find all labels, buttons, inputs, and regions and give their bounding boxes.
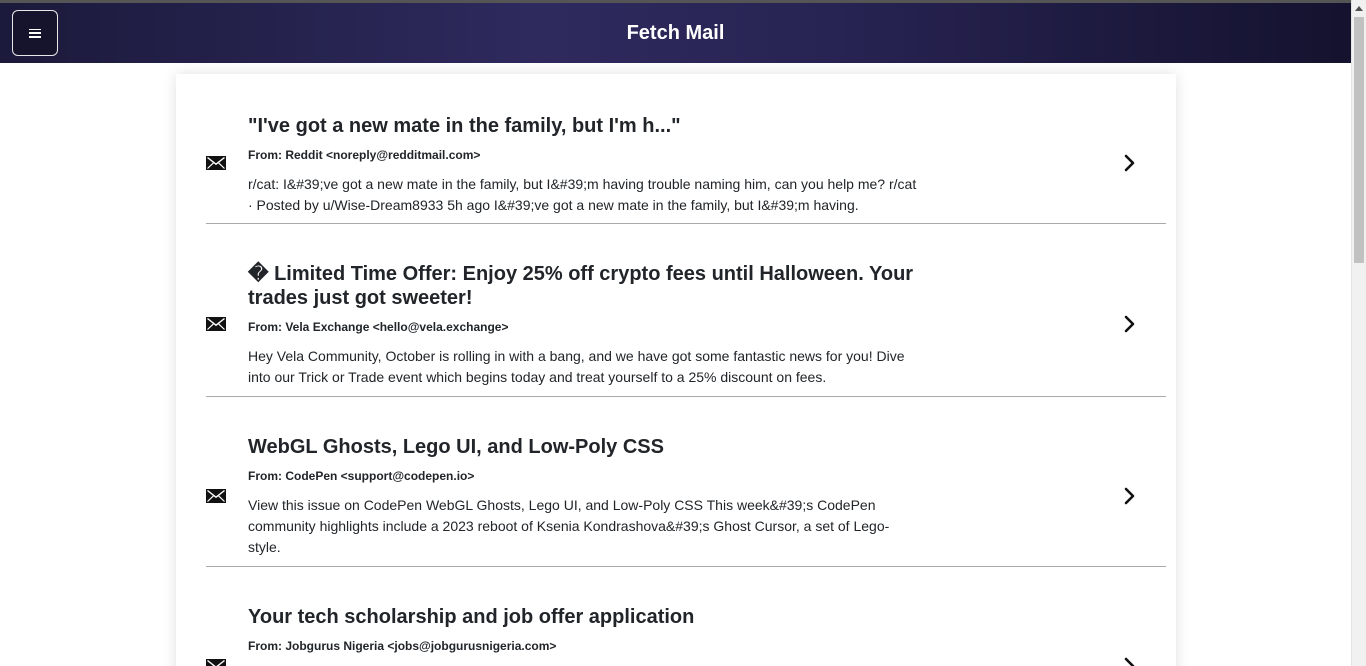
mail-subject: Your tech scholarship and job offer appl… [248,606,695,628]
envelope-icon [206,489,226,503]
vertical-scrollbar[interactable] [1351,0,1366,666]
mail-content: Your tech scholarship and job offer appl… [248,605,920,665]
mail-app: Fetch Mail "I've got a new mate in the f… [0,0,1366,666]
mail-list-item[interactable]: � Limited Time Offer: Enjoy 25% off cryp… [206,224,1166,397]
chevron-right-icon[interactable] [1123,487,1137,505]
envelope-icon [206,317,226,331]
mail-subject: "I've got a new mate in the family, but … [248,115,681,137]
mail-sender: From: Reddit <noreply@redditmail.com> [248,148,481,162]
envelope-icon [206,659,226,666]
chevron-right-icon[interactable] [1123,154,1137,172]
mail-content: WebGL Ghosts, Lego UI, and Low-Poly CSS … [248,435,920,558]
chevron-right-icon[interactable] [1123,315,1137,333]
app-title: Fetch Mail [626,22,725,44]
mail-sender: From: Jobgurus Nigeria <jobs@jobgurusnig… [248,639,557,653]
mail-subject: � Limited Time Offer: Enjoy 25% off cryp… [248,263,914,309]
scrollbar-thumb[interactable] [1354,17,1364,263]
chevron-right-icon[interactable] [1123,657,1137,666]
mail-sender: From: CodePen <support@codepen.io> [248,469,475,483]
mail-list-item[interactable]: Your tech scholarship and job offer appl… [206,567,1166,666]
mail-content: "I've got a new mate in the family, but … [248,114,920,216]
mail-list-item[interactable]: WebGL Ghosts, Lego UI, and Low-Poly CSS … [206,397,1166,567]
mail-list: "I've got a new mate in the family, but … [176,74,1176,666]
mail-preview: View this issue on CodePen WebGL Ghosts,… [248,497,890,555]
top-navbar: Fetch Mail [0,0,1351,63]
mail-list-item[interactable]: "I've got a new mate in the family, but … [206,74,1166,224]
mail-preview: Hey Vela Community, October is rolling i… [248,348,905,385]
envelope-icon [206,156,226,170]
mail-content: � Limited Time Offer: Enjoy 25% off cryp… [248,262,920,388]
mail-subject: WebGL Ghosts, Lego UI, and Low-Poly CSS [248,436,664,458]
mail-sender: From: Vela Exchange <hello@vela.exchange… [248,320,509,334]
mail-preview: r/cat: I&#39;ve got a new mate in the fa… [248,176,917,213]
scroll-up-arrow-icon[interactable] [1355,6,1363,11]
